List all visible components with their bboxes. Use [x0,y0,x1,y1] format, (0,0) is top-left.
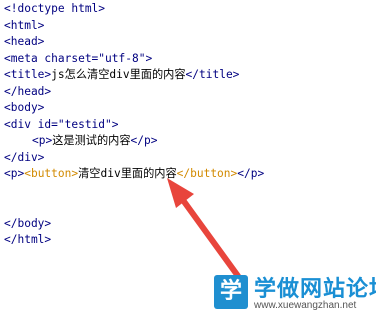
site-logo-icon: 学 [214,275,248,309]
site-url: www.xuewangzhan.net [254,300,357,311]
site-title: 学做网站论坛 [254,277,376,302]
arrow-head [167,178,194,208]
arrow-shaft [177,193,241,279]
site-watermark: 学 学做网站论坛 www.xuewangzhan.net [214,269,376,317]
